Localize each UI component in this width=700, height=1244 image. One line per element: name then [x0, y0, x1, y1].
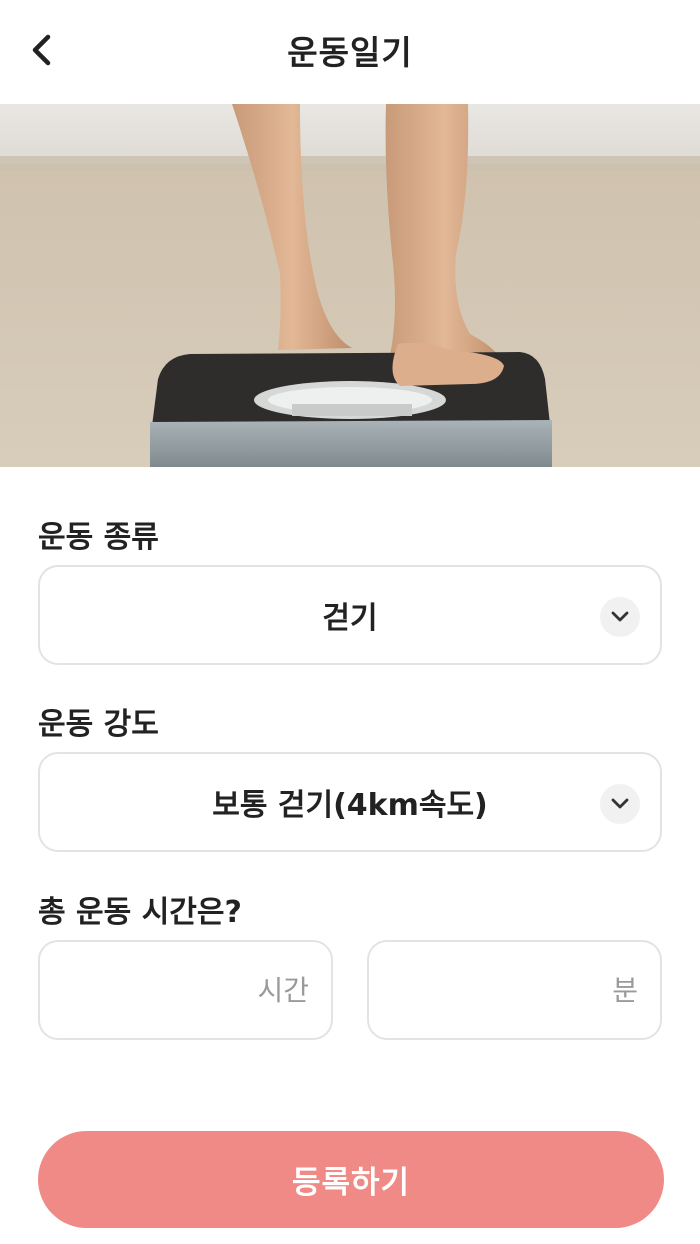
intensity-select[interactable]: 보통 걷기(4km속도): [38, 752, 662, 852]
intensity-label: 운동 강도: [38, 707, 159, 742]
exercise-type-label: 운동 종류: [38, 520, 159, 555]
chevron-down-icon: [600, 784, 640, 824]
hours-field-box: [38, 940, 333, 1040]
duration-label: 총 운동 시간은?: [38, 895, 242, 930]
intensity-value: 보통 걷기(4km속도): [212, 788, 488, 823]
submit-button[interactable]: 등록하기: [38, 1131, 664, 1228]
chevron-down-icon: [600, 597, 640, 637]
minutes-input[interactable]: [369, 942, 660, 1038]
app-header: 운동일기: [0, 0, 700, 104]
hours-input[interactable]: [40, 942, 331, 1038]
hero-image: [0, 104, 700, 467]
minutes-field-box: [367, 940, 662, 1040]
exercise-type-select[interactable]: 걷기: [38, 565, 662, 665]
page-title: 운동일기: [287, 33, 413, 72]
exercise-type-value: 걷기: [322, 601, 378, 636]
